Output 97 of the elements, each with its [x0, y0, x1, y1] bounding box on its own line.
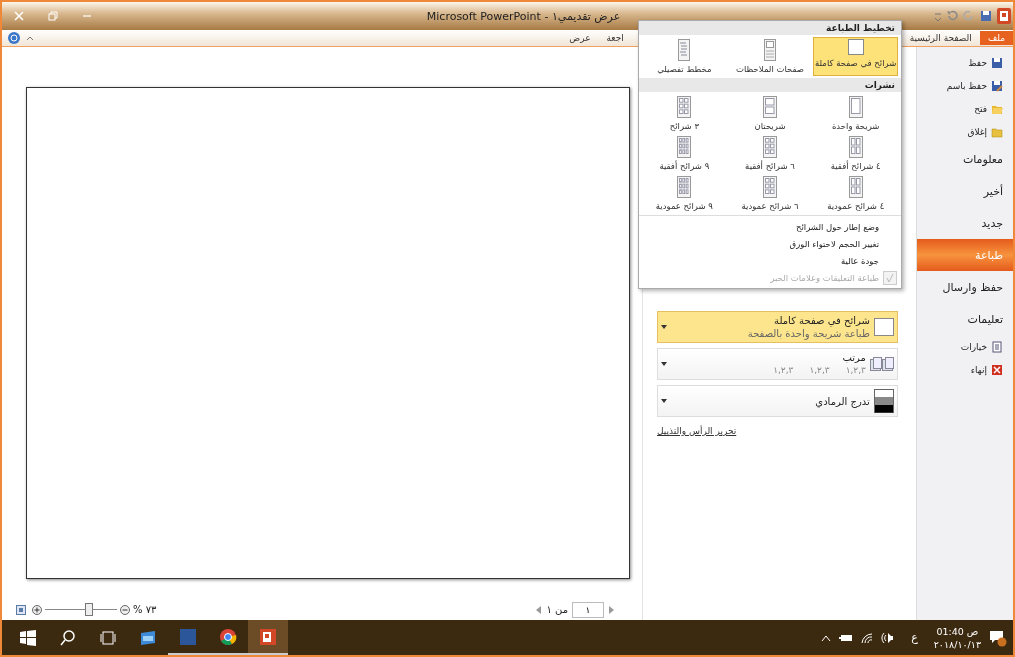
slide-page-icon	[873, 318, 894, 336]
menu-option[interactable]: جودة عالية	[639, 252, 901, 269]
setting-title: شرائح في صفحة كاملة	[773, 314, 870, 327]
collapse-ribbon-icon[interactable]	[26, 34, 34, 42]
help-icon[interactable]	[8, 32, 20, 44]
page-number-field[interactable]: ١	[572, 601, 604, 618]
backstage-menu-item[interactable]: حفظ باسم	[916, 74, 1013, 97]
layout-option[interactable]: شريحتان	[727, 94, 813, 133]
search-icon	[60, 629, 76, 646]
previous-page-icon[interactable]	[536, 605, 543, 614]
page-order: ١,٢,٣	[809, 364, 830, 377]
layout-option[interactable]: مخطط تفصيلي	[642, 37, 727, 76]
window-title: عرض تقديمي١ - Microsoft PowerPoint	[425, 9, 622, 23]
zoom-percent[interactable]: % ٧٣	[133, 604, 157, 615]
save-as-icon	[991, 79, 1003, 92]
menu-section-heading: تخطيط الطباعة	[639, 21, 901, 35]
document-app-icon	[179, 627, 197, 646]
backstage-menu-item[interactable]: حفظ وارسال	[916, 271, 1013, 303]
setting-title: تدرج الرمادي	[814, 394, 870, 408]
circle-logo-icon	[219, 627, 237, 646]
exit-icon	[991, 363, 1003, 376]
dropdown-caret-icon	[661, 399, 667, 403]
layout-option[interactable]: ٤ شرائح عمودية	[813, 174, 898, 213]
handout-page-icon	[763, 136, 777, 158]
handout-page-icon	[763, 96, 777, 118]
print-setting-dropdown[interactable]: تدرج الرمادي	[657, 385, 898, 417]
save-icon	[991, 56, 1003, 69]
chevron-up-icon[interactable]	[821, 633, 832, 642]
notification-icon[interactable]	[989, 628, 1007, 647]
handout-page-icon	[848, 136, 863, 158]
backstage-menu-item[interactable]: حفظ	[916, 51, 1013, 74]
print-setting-dropdown[interactable]: شرائح في صفحة كاملة طباعة شريحة واحدة بالصفحة	[657, 311, 898, 343]
zoom-out-icon[interactable]	[120, 604, 130, 615]
handout-page-icon	[848, 176, 863, 198]
layout-option[interactable]: ٤ شرائح أفقية	[813, 134, 898, 173]
handout-page-icon	[677, 136, 692, 158]
save-icon[interactable]	[980, 10, 992, 22]
language-indicator[interactable]: ع	[911, 631, 918, 644]
handout-page-icon	[677, 96, 692, 118]
handout-page-icon	[763, 176, 777, 198]
layout-option[interactable]: ٦ شرائح أفقية	[727, 134, 813, 173]
print-setting-dropdown[interactable]: مرتب ١,٢,٣ ١,٢,٣ ١,٢,٣	[657, 348, 898, 380]
menu-option[interactable]: تغيير الحجم لاحتواء الورق	[639, 235, 901, 252]
speaker-icon[interactable]	[881, 632, 896, 643]
backstage-menu-item[interactable]: إغلاق	[916, 120, 1013, 143]
app-logo-icon	[997, 8, 1011, 24]
menu-option: طباعة التعليقات وعلامات الحبر	[639, 269, 901, 286]
setting-subtitle: طباعة شريحة واحدة بالصفحة	[746, 327, 870, 340]
dropdown-caret-icon	[661, 325, 667, 329]
clock-time[interactable]: ص 01:40	[936, 624, 979, 638]
battery-icon[interactable]	[839, 632, 854, 643]
options-icon	[991, 340, 1003, 353]
backstage-menu-item[interactable]: فتح	[916, 97, 1013, 120]
layout-option[interactable]: ٣ شرائح	[642, 94, 727, 133]
layout-option[interactable]: شرائح في صفحة كاملة	[813, 37, 898, 76]
layout-option[interactable]: صفحات الملاحظات	[727, 37, 813, 76]
folder-icon	[991, 125, 1003, 138]
next-page-icon[interactable]	[608, 605, 614, 614]
notes-page-icon	[764, 39, 776, 61]
clock-date[interactable]: ٢٠١٨/١٠/١٣	[933, 637, 981, 651]
handout-page-icon	[677, 176, 692, 198]
page-order: ١,٢,٣	[845, 364, 866, 377]
backstage-menu-item[interactable]: إنهاء	[916, 358, 1013, 381]
backstage-menu-item[interactable]: أخير	[916, 175, 1013, 207]
backstage-menu-item[interactable]: جديد	[916, 207, 1013, 239]
page-order: ١,٢,٣	[773, 364, 794, 377]
wifi-icon[interactable]	[861, 632, 874, 643]
app-window-icon	[139, 628, 157, 647]
windows-logo-icon	[20, 629, 36, 646]
ribbon-tab[interactable]: عرض	[561, 31, 599, 45]
ribbon-tab[interactable]: اجعة	[598, 31, 632, 45]
grayscale-icon	[873, 389, 894, 413]
fit-to-window-icon[interactable]	[16, 604, 26, 615]
layout-option[interactable]: ٩ شرائح عمودية	[642, 174, 727, 213]
outline-page-icon	[678, 39, 691, 61]
layout-option[interactable]: ٦ شرائح عمودية	[727, 174, 813, 213]
header-footer-link[interactable]: تحرير الرأس والتذييل	[657, 426, 737, 436]
handout-page-icon	[848, 96, 863, 118]
menu-option[interactable]: وضع إطار حول الشرائح	[639, 218, 901, 235]
backstage-menu-item[interactable]: معلومات	[916, 143, 1013, 175]
setting-title: مرتب	[841, 351, 866, 364]
collated-pages-icon	[869, 357, 894, 371]
backstage-menu-item[interactable]: خيارات	[916, 335, 1013, 358]
slide-page-icon	[847, 39, 864, 55]
task-view-icon	[100, 629, 116, 646]
dropdown-caret-icon	[661, 362, 667, 366]
backstage-menu-item[interactable]: تعليمات	[916, 303, 1013, 335]
customize-icon[interactable]	[935, 10, 941, 22]
page-count: من ١	[546, 604, 568, 615]
slide-app-button[interactable]	[248, 620, 288, 655]
layout-option[interactable]: ٩ شرائح أفقية	[642, 134, 727, 173]
layout-option[interactable]: شريحة واحدة	[813, 94, 898, 133]
zoom-in-icon[interactable]	[32, 604, 42, 615]
ribbon-tab[interactable]: الصفحة الرئيسية	[901, 31, 980, 45]
slider-thumb[interactable]	[85, 603, 94, 616]
slide-app-icon	[259, 627, 277, 646]
menu-section-heading: نشرات	[639, 78, 901, 92]
